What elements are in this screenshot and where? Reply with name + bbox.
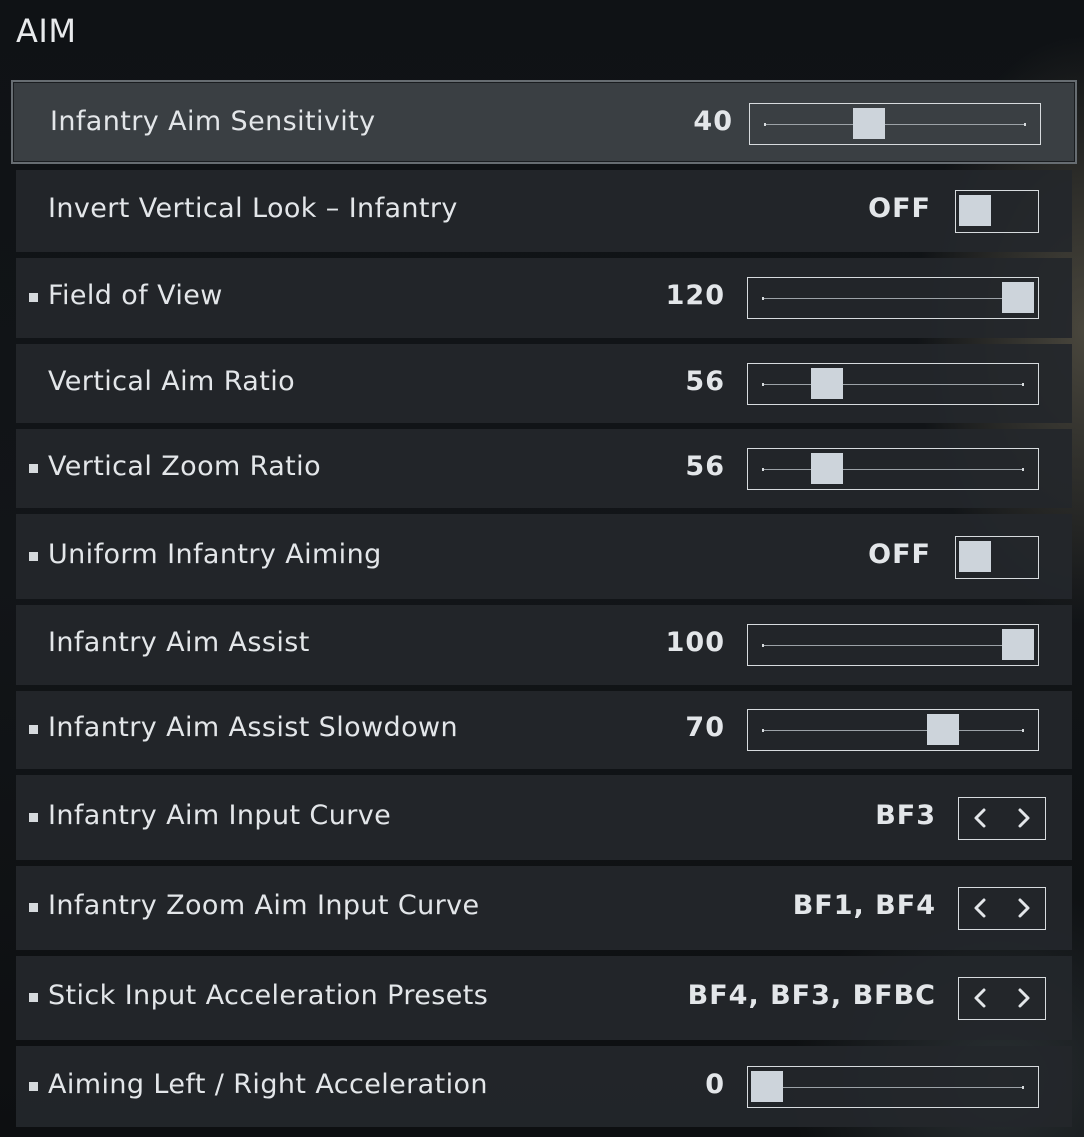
setting-label: Invert Vertical Look – Infantry bbox=[48, 193, 458, 224]
setting-label: Uniform Infantry Aiming bbox=[48, 538, 382, 570]
slider-end-tick bbox=[762, 644, 764, 647]
setting-value: 0 bbox=[705, 1068, 725, 1100]
slider-end-tick bbox=[762, 297, 764, 300]
slider-track bbox=[765, 124, 1025, 125]
setting-row-vertical-zoom-ratio[interactable]: Vertical Zoom Ratio 56 bbox=[16, 429, 1072, 508]
slider-end-tick bbox=[764, 123, 766, 126]
setting-label: Aiming Left / Right Acceleration bbox=[48, 1068, 488, 1100]
setting-value: BF1, BF4 bbox=[792, 890, 936, 921]
setting-label: Infantry Aim Assist bbox=[48, 627, 310, 658]
slider-track bbox=[763, 298, 1023, 299]
setting-label: Infantry Zoom Aim Input Curve bbox=[48, 890, 480, 921]
chevron-left-icon[interactable] bbox=[959, 798, 1001, 838]
slider-end-tick bbox=[1022, 729, 1024, 732]
toggle-knob bbox=[959, 195, 991, 226]
setting-value: 40 bbox=[693, 106, 733, 137]
slider-end-tick bbox=[1022, 382, 1024, 386]
chevron-left-icon[interactable] bbox=[959, 888, 1001, 928]
setting-slider[interactable] bbox=[747, 709, 1039, 751]
slider-thumb[interactable] bbox=[751, 1070, 783, 1102]
slider-thumb[interactable] bbox=[926, 714, 959, 745]
settings-list: Infantry Aim Sensitivity 40 Invert Vertica… bbox=[0, 0, 1084, 1137]
setting-value: OFF bbox=[868, 538, 931, 570]
setting-slider[interactable] bbox=[747, 447, 1039, 490]
slider-end-tick bbox=[762, 467, 764, 471]
setting-row-infantry-aim-assist-slowdown[interactable]: Infantry Aim Assist Slowdown 70 bbox=[16, 691, 1072, 769]
setting-slider[interactable] bbox=[747, 624, 1039, 666]
modified-indicator-icon bbox=[29, 812, 38, 822]
slider-end-tick bbox=[762, 729, 764, 732]
setting-row-invert-vertical-look-infantry[interactable]: Invert Vertical Look – Infantry OFF bbox=[16, 170, 1072, 252]
modified-indicator-icon bbox=[29, 463, 38, 473]
setting-label: Infantry Aim Input Curve bbox=[48, 799, 392, 831]
slider-end-tick bbox=[1022, 1085, 1024, 1089]
chevron-right-icon[interactable] bbox=[1003, 798, 1045, 838]
setting-label: Infantry Aim Sensitivity bbox=[50, 106, 376, 137]
slider-end-tick bbox=[1024, 123, 1026, 126]
setting-row-infantry-aim-input-curve[interactable]: Infantry Aim Input Curve BF3 bbox=[16, 775, 1072, 860]
slider-thumb[interactable] bbox=[1002, 629, 1034, 660]
setting-value: BF3 bbox=[875, 799, 936, 831]
slider-track bbox=[763, 1086, 1023, 1088]
setting-label: Infantry Aim Assist Slowdown bbox=[48, 712, 458, 743]
setting-toggle[interactable] bbox=[955, 535, 1039, 579]
modified-indicator-icon bbox=[29, 551, 38, 561]
setting-slider[interactable] bbox=[747, 1065, 1039, 1108]
chevron-right-icon[interactable] bbox=[1003, 978, 1045, 1018]
setting-stepper bbox=[958, 887, 1046, 930]
setting-label: Field of View bbox=[48, 280, 223, 311]
setting-slider[interactable] bbox=[747, 362, 1039, 405]
setting-row-infantry-aim-sensitivity[interactable]: Infantry Aim Sensitivity 40 bbox=[11, 80, 1077, 164]
setting-slider[interactable] bbox=[749, 103, 1041, 145]
chevron-left-icon[interactable] bbox=[959, 978, 1001, 1018]
slider-track bbox=[763, 383, 1023, 385]
setting-value: 56 bbox=[685, 450, 725, 482]
setting-row-uniform-infantry-aiming[interactable]: Uniform Infantry Aiming OFF bbox=[16, 514, 1072, 599]
setting-row-field-of-view[interactable]: Field of View 120 bbox=[16, 258, 1072, 338]
setting-row-infantry-zoom-aim-input-curve[interactable]: Infantry Zoom Aim Input Curve BF1, BF4 bbox=[16, 866, 1072, 950]
modified-indicator-icon bbox=[29, 293, 38, 302]
slider-track bbox=[763, 468, 1023, 470]
setting-label: Vertical Zoom Ratio bbox=[48, 450, 321, 482]
setting-value: OFF bbox=[868, 193, 931, 224]
setting-row-stick-input-acceleration-presets[interactable]: Stick Input Acceleration Presets BF4, BF3… bbox=[16, 956, 1072, 1040]
setting-value: 56 bbox=[685, 365, 725, 397]
setting-row-vertical-aim-ratio[interactable]: Vertical Aim Ratio 56 bbox=[16, 344, 1072, 423]
modified-indicator-icon bbox=[29, 1081, 38, 1091]
slider-thumb[interactable] bbox=[811, 367, 844, 399]
slider-track bbox=[763, 645, 1023, 646]
modified-indicator-icon bbox=[29, 725, 38, 734]
setting-label: Vertical Aim Ratio bbox=[48, 365, 296, 397]
slider-thumb[interactable] bbox=[1002, 282, 1034, 313]
setting-value: 100 bbox=[665, 627, 725, 658]
toggle-knob bbox=[959, 540, 991, 572]
modified-indicator-icon bbox=[29, 993, 38, 1002]
slider-track bbox=[763, 730, 1023, 731]
setting-value: 70 bbox=[685, 712, 725, 743]
slider-thumb[interactable] bbox=[811, 452, 844, 484]
setting-value: BF4, BF3, BFBC bbox=[687, 980, 936, 1011]
slider-end-tick bbox=[1022, 467, 1024, 471]
setting-label: Stick Input Acceleration Presets bbox=[48, 980, 489, 1011]
slider-thumb[interactable] bbox=[853, 108, 886, 139]
modified-indicator-icon bbox=[29, 903, 38, 912]
slider-end-tick bbox=[762, 382, 764, 386]
setting-row-aiming-left-right-acceleration[interactable]: Aiming Left / Right Acceleration 0 bbox=[16, 1046, 1072, 1127]
chevron-right-icon[interactable] bbox=[1003, 888, 1045, 928]
setting-stepper bbox=[958, 796, 1046, 840]
setting-value: 120 bbox=[665, 280, 725, 311]
setting-toggle[interactable] bbox=[955, 190, 1039, 233]
setting-slider[interactable] bbox=[747, 277, 1039, 319]
setting-row-infantry-aim-assist[interactable]: Infantry Aim Assist 100 bbox=[16, 605, 1072, 685]
setting-stepper bbox=[958, 977, 1046, 1020]
